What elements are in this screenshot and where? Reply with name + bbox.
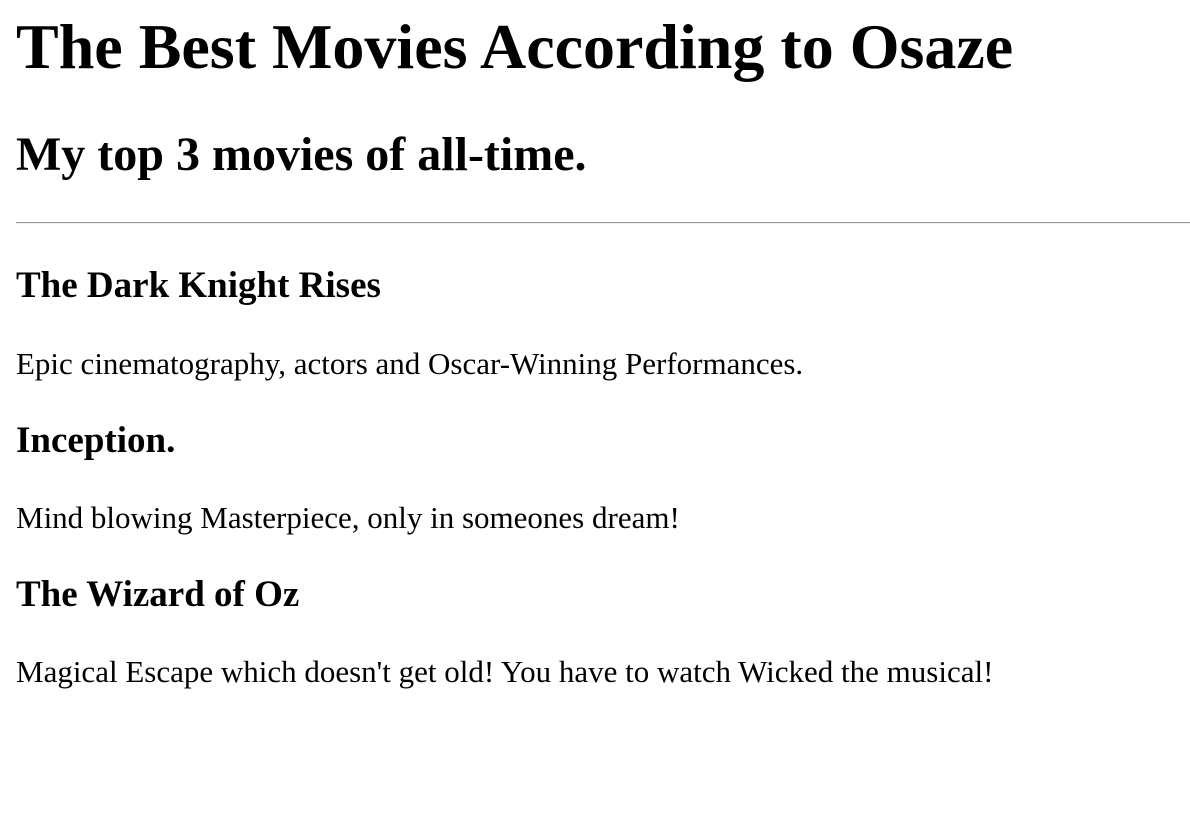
movie-title-wizard-of-oz: The Wizard of Oz bbox=[16, 574, 300, 615]
page-title: The Best Movies According to Osaze bbox=[16, 11, 1014, 82]
page-subtitle: My top 3 movies of all-time. bbox=[16, 128, 587, 181]
movie-title-inception: Inception. bbox=[16, 420, 176, 461]
movie-title-dark-knight-rises: The Dark Knight Rises bbox=[16, 265, 381, 306]
movie-description-inception: Mind blowing Masterpiece, only in someon… bbox=[16, 500, 680, 535]
horizontal-divider bbox=[16, 222, 1190, 224]
page: The Best Movies According to Osaze My to… bbox=[0, 0, 1190, 818]
movie-description-dark-knight-rises: Epic cinematography, actors and Oscar-Wi… bbox=[16, 346, 804, 381]
movie-description-wizard-of-oz: Magical Escape which doesn't get old! Yo… bbox=[16, 654, 994, 689]
